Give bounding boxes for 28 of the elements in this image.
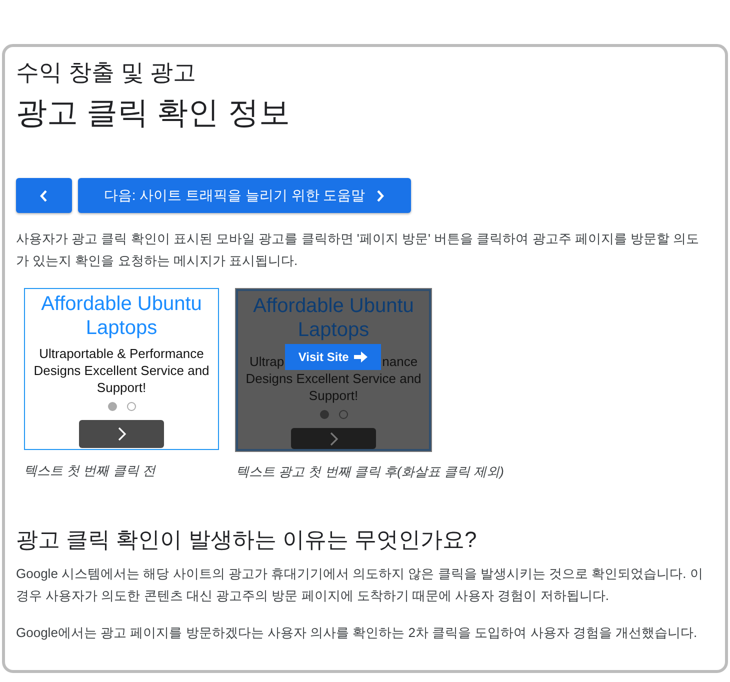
- carousel-dot[interactable]: [108, 402, 116, 411]
- chevron-right-icon: [375, 188, 386, 202]
- chevron-left-icon: [39, 188, 49, 202]
- chevron-right-icon: [116, 426, 126, 442]
- figure-caption: 텍스트 광고 첫 번째 클릭 후(화살표 클릭 제외): [236, 463, 505, 481]
- ad-body-text: Ultraportable & Performance Designs Excellent Service and Support!: [32, 345, 210, 396]
- carousel-dot[interactable]: [126, 402, 136, 411]
- chevron-right-icon: [328, 430, 338, 446]
- carousel-dot[interactable]: [338, 410, 348, 419]
- ad-headline: Affordable Ubuntu Laptops: [40, 292, 203, 340]
- ad-headline: Affordable Ubuntu Laptops: [252, 294, 415, 342]
- page-title: 광고 클릭 확인 정보: [16, 94, 291, 132]
- intro-paragraph: 사용자가 광고 클릭 확인이 표시된 모바일 광고를 클릭하면 '페이지 방문' 버튼을 클릭하여 광고주 페이지를 방문할 의도가 있는지 확인을 요청하는 메시지가 표시됩니다.: [16, 230, 700, 270]
- visit-site-button[interactable]: Visit Site: [285, 344, 382, 370]
- ad-body-text: Ultrap: [249, 353, 284, 370]
- ad-arrow-button[interactable]: [291, 428, 376, 449]
- section-heading: 광고 클릭 확인이 발생하는 이유는 무엇인가요?: [16, 526, 478, 554]
- figure-caption: 텍스트 첫 번째 클릭 전: [24, 462, 157, 480]
- ad-body-text: Designs Excellent Service and Support!: [244, 370, 422, 404]
- body-paragraph: Google 시스템에서는 해당 사이트의 광고가 휴대기기에서 의도하지 않은 클릭을 발생시키는 것으로 확인되었습니다. 이 경우 사용자가 의도한 콘텐츠 대신 광고주의 방문 페이지에 도착하기 때문에 사용자 경험이 저하됩니다.: [16, 565, 704, 605]
- arrow-right-icon: [354, 351, 368, 363]
- ad-arrow-button[interactable]: [79, 420, 164, 448]
- section-title: 수익 창출 및 광고: [16, 58, 198, 87]
- body-paragraph: Google에서는 광고 페이지를 방문하겠다는 사용자 의사를 확인하는 2차 클릭을 도입하여 사용자 경험을 개선했습니다.: [16, 624, 698, 642]
- ad-body-text: nance: [382, 353, 418, 370]
- next-button[interactable]: 다음: 사이트 트래픽을 늘리기 위한 도움말: [78, 178, 411, 213]
- previous-button[interactable]: [16, 178, 72, 213]
- carousel-dot[interactable]: [320, 410, 328, 419]
